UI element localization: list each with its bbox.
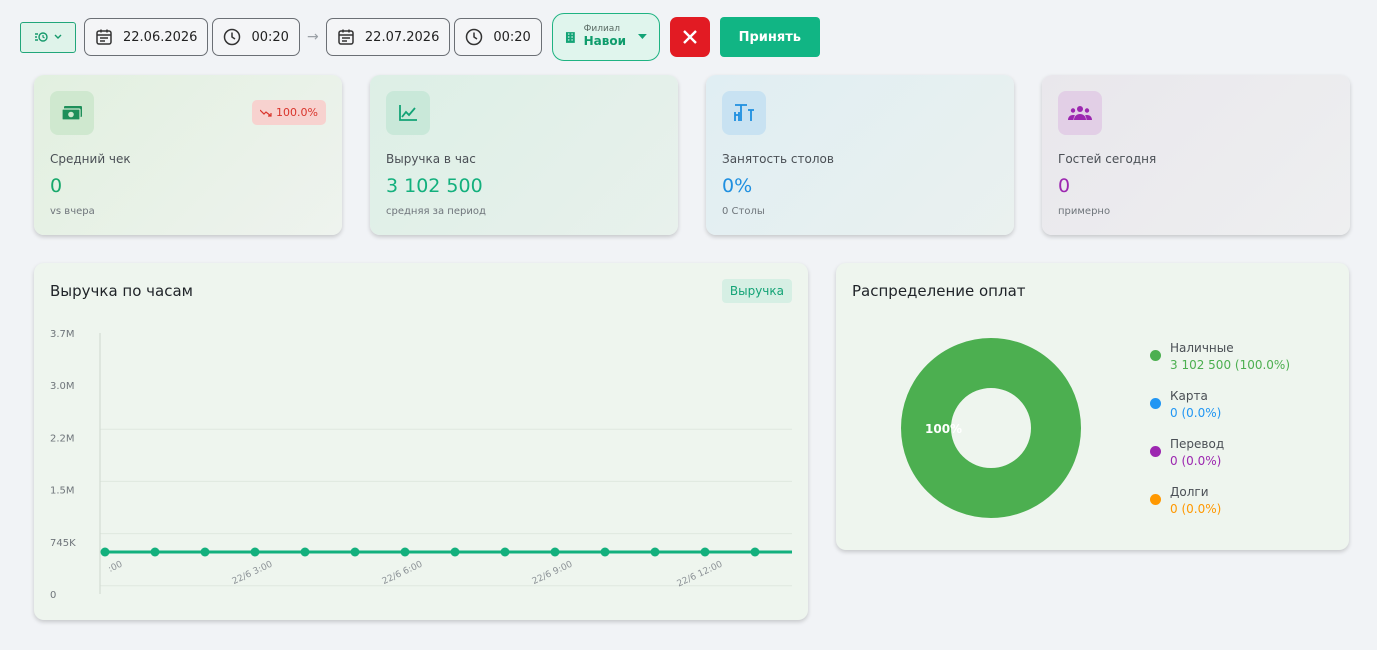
y-tick-label: 745K xyxy=(50,538,76,549)
close-icon xyxy=(682,30,697,44)
time-from-field[interactable]: 00:20 xyxy=(212,18,300,56)
legend-label: Долги xyxy=(1170,485,1209,499)
filter-toolbar: 22.06.2026 00:20 → 22.07.2026 00:20 Фили… xyxy=(20,12,820,62)
branch-value: Навои xyxy=(583,34,626,49)
x-tick-label: 22/6 9:00 xyxy=(531,560,575,587)
kpi-subtitle: примерно xyxy=(1058,206,1111,217)
y-tick-label: 2.2M xyxy=(50,433,75,444)
date-from-field[interactable]: 22.06.2026 xyxy=(84,18,209,56)
data-point xyxy=(100,547,110,557)
data-point xyxy=(700,547,710,557)
period-mode-button[interactable] xyxy=(20,21,76,53)
revenue-line-chart: 3.7M 3.0M 2.2M 1.5M 745K 0 :00 22/6 3:00 22/6 6:… xyxy=(50,329,792,601)
y-tick-label: 0 xyxy=(50,590,56,601)
kpi-card-guests-today: Гостей сегодня 0 примерно xyxy=(1042,75,1350,235)
legend-value: 0 (0.0%) xyxy=(1170,454,1222,468)
legend-item-cash[interactable]: Наличные 3 102 500 (100.0%) xyxy=(1150,341,1290,389)
payment-distribution-panel: Распределение оплат 100% Наличные 3 102 … xyxy=(836,263,1349,550)
kpi-card-table-occupancy: Занятость столов 0% 0 Столы xyxy=(706,75,1014,235)
data-point xyxy=(300,547,310,557)
data-point xyxy=(450,547,460,557)
caret-down-icon xyxy=(637,34,647,39)
legend-item-debts[interactable]: Долги 0 (0.0%) xyxy=(1150,485,1290,533)
x-tick-label: 22/6 6:00 xyxy=(381,560,425,587)
group-icon xyxy=(1068,106,1092,120)
payment-donut-chart: 100% xyxy=(901,338,1081,518)
time-to-value: 00:20 xyxy=(493,29,531,45)
calendar-icon xyxy=(338,29,354,45)
kpi-title: Занятость столов xyxy=(722,152,834,166)
legend-label: Перевод xyxy=(1170,437,1225,451)
legend-value: 0 (0.0%) xyxy=(1170,406,1222,420)
payment-legend: Наличные 3 102 500 (100.0%) Карта 0 (0.0… xyxy=(1150,341,1290,533)
accept-button[interactable]: Принять xyxy=(719,17,820,57)
data-point xyxy=(600,547,610,557)
data-point xyxy=(350,547,360,557)
legend-dot xyxy=(1150,350,1161,361)
data-point xyxy=(550,547,560,557)
history-icon xyxy=(35,32,48,42)
revenue-by-hour-panel: Выручка по часам Выручка 3.7M 3.0M 2.2M 1.5… xyxy=(34,263,808,620)
kpi-card-revenue-per-hour: Выручка в час 3 102 500 средняя за перио… xyxy=(370,75,678,235)
kpi-subtitle: 0 Столы xyxy=(722,206,765,217)
building-icon xyxy=(565,31,575,43)
legend-dot xyxy=(1150,494,1161,505)
legend-value: 3 102 500 (100.0%) xyxy=(1170,358,1291,372)
line-chart-icon xyxy=(399,105,417,121)
y-tick-label: 3.7M xyxy=(50,329,75,340)
money-icon xyxy=(61,106,82,121)
legend-label: Карта xyxy=(1170,389,1208,403)
slice-percent-label: 100% xyxy=(925,422,962,436)
x-tick-label: :00 xyxy=(107,560,125,575)
chevron-down-icon xyxy=(54,34,62,39)
y-tick-label: 1.5M xyxy=(50,486,75,497)
data-point xyxy=(400,547,410,557)
table-icon xyxy=(734,104,754,121)
branch-select[interactable]: Филиал Навои xyxy=(551,13,660,61)
date-to-value: 22.07.2026 xyxy=(364,29,440,45)
kpi-value: 0% xyxy=(722,175,753,197)
kpi-subtitle: средняя за период xyxy=(386,206,486,217)
data-point xyxy=(500,547,510,557)
time-to-field[interactable]: 00:20 xyxy=(454,18,542,56)
data-point xyxy=(250,547,260,557)
kpi-title: Гостей сегодня xyxy=(1058,152,1157,166)
x-tick-label: 22/6 12:00 xyxy=(676,560,725,590)
kpi-value: 0 xyxy=(50,175,63,197)
legend-value: 0 (0.0%) xyxy=(1170,502,1222,516)
change-badge: 100.0% xyxy=(252,100,326,125)
legend-item-transfer[interactable]: Перевод 0 (0.0%) xyxy=(1150,437,1290,485)
kpi-subtitle: vs вчера xyxy=(50,206,95,217)
change-badge-value: 100.0% xyxy=(276,106,318,119)
kpi-title: Выручка в час xyxy=(386,152,476,166)
legend-dot xyxy=(1150,398,1161,409)
legend-label: Наличные xyxy=(1170,341,1234,355)
kpi-title: Средний чек xyxy=(50,152,131,166)
trending-down-icon xyxy=(260,109,272,117)
data-point xyxy=(750,547,760,557)
date-from-value: 22.06.2026 xyxy=(123,29,198,45)
clock-icon xyxy=(224,28,241,46)
y-tick-label: 3.0M xyxy=(50,381,75,392)
clock-icon xyxy=(466,28,483,46)
kpi-card-avg-check: 100.0% Средний чек 0 vs вчера xyxy=(34,75,342,235)
data-point xyxy=(650,547,660,557)
date-to-field[interactable]: 22.07.2026 xyxy=(325,18,451,56)
arrow-right-icon: → xyxy=(307,29,319,45)
legend-item-card[interactable]: Карта 0 (0.0%) xyxy=(1150,389,1290,437)
kpi-value: 3 102 500 xyxy=(386,175,483,197)
x-tick-label: 22/6 3:00 xyxy=(231,560,275,587)
calendar-icon xyxy=(96,29,112,45)
time-from-value: 00:20 xyxy=(251,29,289,45)
kpi-value: 0 xyxy=(1058,175,1071,197)
data-point xyxy=(200,547,210,557)
legend-dot xyxy=(1150,446,1161,457)
data-point xyxy=(150,547,160,557)
clear-filter-button[interactable] xyxy=(669,17,710,57)
